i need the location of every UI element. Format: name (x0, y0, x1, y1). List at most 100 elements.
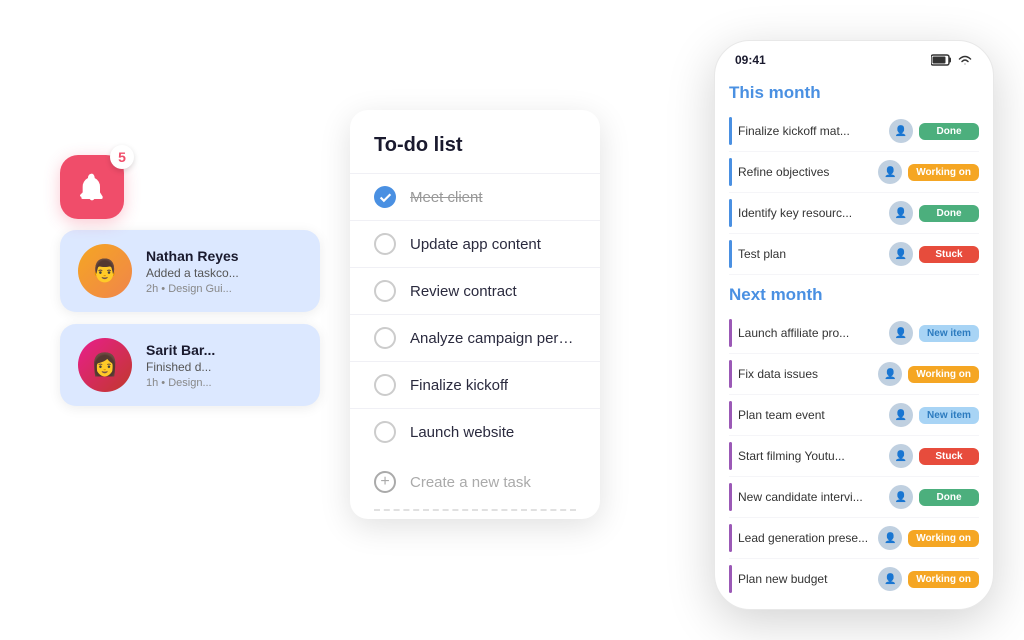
row-label-nm-1: Fix data issues (738, 367, 872, 381)
phone-row-nm-0[interactable]: Launch affiliate pro... 👤 New item (729, 313, 979, 354)
checkbox-empty-3[interactable] (374, 327, 396, 349)
phone-row-nm-6[interactable]: Plan new budget 👤 Working on (729, 559, 979, 597)
notif-card-1[interactable]: 👨 Nathan Reyes Added a taskco... 2h • De… (60, 230, 320, 312)
notif-info-2: Sarit Bar... Finished d... 1h • Design..… (146, 342, 302, 389)
row-accent-p (729, 442, 732, 470)
add-task-icon[interactable]: + (374, 471, 396, 493)
todo-item-3[interactable]: Analyze campaign perfo... (350, 314, 600, 361)
todo-item-2[interactable]: Review contract (350, 267, 600, 314)
checkmark-icon (379, 191, 392, 204)
phone-row-nm-5[interactable]: Lead generation prese... 👤 Working on (729, 518, 979, 559)
notification-count: 5 (110, 145, 134, 169)
notification-bell[interactable]: 5 (60, 155, 124, 219)
checkbox-empty-2[interactable] (374, 280, 396, 302)
checkbox-checked-0[interactable] (374, 186, 396, 208)
notification-cards: 👨 Nathan Reyes Added a taskco... 2h • De… (60, 230, 320, 406)
notif-name-1: Nathan Reyes (146, 248, 302, 264)
notif-action-1: Added a taskco... (146, 266, 302, 280)
phone-row-tm-3[interactable]: Test plan 👤 Stuck (729, 234, 979, 275)
bell-icon (76, 171, 108, 203)
row-badge-nm-1: Working on (908, 366, 979, 383)
row-accent (729, 158, 732, 186)
row-label-tm-2: Identify key resourc... (738, 206, 883, 220)
row-avatar-nm-1: 👤 (878, 362, 902, 386)
row-badge-tm-0: Done (919, 123, 979, 140)
phone-row-tm-2[interactable]: Identify key resourc... 👤 Done (729, 193, 979, 234)
todo-text-0: Meet client (410, 189, 483, 206)
notif-meta-1: 2h • Design Gui... (146, 283, 302, 295)
wifi-icon (957, 54, 973, 66)
phone-row-nm-3[interactable]: Start filming Youtu... 👤 Stuck (729, 436, 979, 477)
todo-title: To-do list (350, 134, 600, 173)
row-badge-nm-0: New item (919, 325, 979, 342)
checkbox-empty-4[interactable] (374, 374, 396, 396)
phone-row-nm-2[interactable]: Plan team event 👤 New item (729, 395, 979, 436)
row-accent-p (729, 483, 732, 511)
row-badge-nm-2: New item (919, 407, 979, 424)
phone-status-bar: 09:41 (715, 41, 993, 73)
row-accent (729, 240, 732, 268)
notif-name-2: Sarit Bar... (146, 342, 302, 358)
todo-text-2: Review contract (410, 283, 517, 300)
row-label-nm-5: Lead generation prese... (738, 531, 872, 545)
row-accent-p (729, 360, 732, 388)
row-badge-tm-3: Stuck (919, 246, 979, 263)
phone-row-nm-1[interactable]: Fix data issues 👤 Working on (729, 354, 979, 395)
notification-area: 5 (60, 155, 124, 219)
row-label-tm-1: Refine objectives (738, 165, 872, 179)
this-month-title: This month (729, 83, 979, 103)
todo-add-label: Create a new task (410, 474, 531, 491)
todo-panel: To-do list Meet client Update app conten… (350, 110, 600, 519)
row-badge-nm-6: Working on (908, 571, 979, 588)
todo-text-1: Update app content (410, 236, 541, 253)
todo-item-5[interactable]: Launch website (350, 408, 600, 455)
row-avatar-nm-4: 👤 (889, 485, 913, 509)
todo-add-item[interactable]: + Create a new task (350, 459, 600, 505)
row-badge-tm-1: Working on (908, 164, 979, 181)
row-avatar-tm-1: 👤 (878, 160, 902, 184)
phone-row-tm-1[interactable]: Refine objectives 👤 Working on (729, 152, 979, 193)
row-accent-p (729, 401, 732, 429)
row-label-tm-0: Finalize kickoff mat... (738, 124, 883, 138)
notif-info-1: Nathan Reyes Added a taskco... 2h • Desi… (146, 248, 302, 295)
checkbox-empty-5[interactable] (374, 421, 396, 443)
avatar-sarit: 👩 (78, 338, 132, 392)
row-badge-nm-5: Working on (908, 530, 979, 547)
row-label-nm-2: Plan team event (738, 408, 883, 422)
row-avatar-nm-5: 👤 (878, 526, 902, 550)
row-avatar-tm-3: 👤 (889, 242, 913, 266)
notif-card-2[interactable]: 👩 Sarit Bar... Finished d... 1h • Design… (60, 324, 320, 406)
row-accent (729, 117, 732, 145)
checkbox-empty-1[interactable] (374, 233, 396, 255)
row-avatar-nm-0: 👤 (889, 321, 913, 345)
row-avatar-tm-2: 👤 (889, 201, 913, 225)
notif-action-2: Finished d... (146, 360, 302, 374)
row-label-nm-6: Plan new budget (738, 572, 872, 586)
row-accent-p (729, 524, 732, 552)
phone-status-icons (931, 54, 973, 66)
row-avatar-nm-2: 👤 (889, 403, 913, 427)
notif-meta-2: 1h • Design... (146, 377, 302, 389)
phone-panel: 09:41 This month Finalize kickoff mat...… (714, 40, 994, 610)
row-accent-p (729, 319, 732, 347)
row-label-nm-3: Start filming Youtu... (738, 449, 883, 463)
phone-content: This month Finalize kickoff mat... 👤 Don… (715, 73, 993, 597)
row-avatar-tm-0: 👤 (889, 119, 913, 143)
phone-row-tm-0[interactable]: Finalize kickoff mat... 👤 Done (729, 111, 979, 152)
phone-row-nm-4[interactable]: New candidate intervi... 👤 Done (729, 477, 979, 518)
row-label-nm-0: Launch affiliate pro... (738, 326, 883, 340)
next-month-title: Next month (729, 285, 979, 305)
phone-time: 09:41 (735, 53, 766, 67)
todo-text-3: Analyze campaign perfo... (410, 330, 576, 347)
row-accent (729, 199, 732, 227)
todo-item-4[interactable]: Finalize kickoff (350, 361, 600, 408)
row-avatar-nm-6: 👤 (878, 567, 902, 591)
row-badge-tm-2: Done (919, 205, 979, 222)
row-accent-p (729, 565, 732, 593)
battery-icon (931, 54, 953, 66)
todo-item-0[interactable]: Meet client (350, 173, 600, 220)
row-badge-nm-4: Done (919, 489, 979, 506)
row-label-tm-3: Test plan (738, 247, 883, 261)
row-badge-nm-3: Stuck (919, 448, 979, 465)
todo-item-1[interactable]: Update app content (350, 220, 600, 267)
